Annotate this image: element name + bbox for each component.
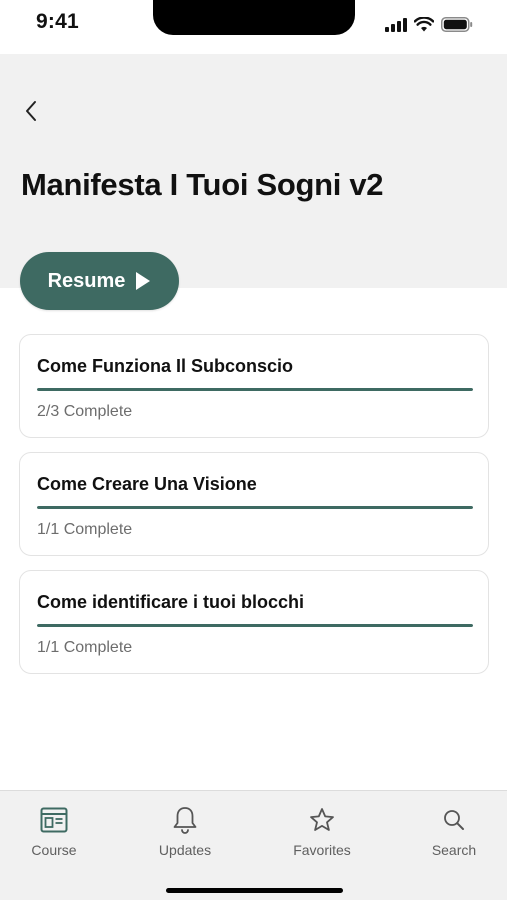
status-bar: 9:41 [0, 0, 507, 54]
star-icon [310, 808, 334, 831]
tab-favorites[interactable]: Favorites [272, 805, 372, 858]
tab-course[interactable]: Course [4, 805, 104, 858]
course-icon [40, 807, 68, 833]
resume-button-label: Resume [47, 269, 126, 292]
home-indicator [166, 888, 343, 893]
search-icon [444, 810, 464, 830]
lesson-status: 1/1 Complete [37, 521, 133, 538]
tab-label: Favorites [293, 842, 351, 858]
wifi-icon [414, 16, 434, 31]
battery-icon [441, 16, 473, 32]
lesson-progress-fill [37, 388, 473, 391]
course-screen: 9:41 Manifesta I Tuoi Sogni v2 Resume Co… [0, 0, 507, 900]
lesson-progress-bar [37, 506, 473, 509]
tab-label: Updates [158, 842, 212, 858]
lesson-progress-bar [37, 388, 473, 391]
lesson-card[interactable]: Come Funziona Il Subconscio 2/3 Complete [19, 334, 489, 438]
resume-button[interactable]: Resume [20, 252, 179, 310]
lesson-card[interactable]: Come identificare i tuoi blocchi 1/1 Com… [19, 570, 489, 674]
play-icon [136, 272, 151, 290]
cellular-signal-icon [385, 16, 407, 32]
device-notch [153, 0, 355, 35]
lesson-progress-bar [37, 624, 473, 627]
tab-bar: Course Updates Favorites Search [0, 790, 507, 900]
lesson-card[interactable]: Come Creare Una Visione 1/1 Complete [19, 452, 489, 556]
status-icons [385, 14, 473, 34]
page-title: Manifesta I Tuoi Sogni v2 [21, 167, 384, 202]
lesson-progress-fill [37, 506, 473, 509]
back-button[interactable] [16, 96, 46, 126]
lesson-list: Come Funziona Il Subconscio 2/3 Complete… [19, 334, 489, 688]
tab-updates[interactable]: Updates [135, 805, 235, 858]
tab-label: Search [431, 842, 477, 858]
lesson-status: 1/1 Complete [37, 639, 133, 656]
lesson-status: 2/3 Complete [37, 403, 133, 420]
lesson-title: Come Creare Una Visione [37, 474, 257, 494]
lesson-title: Come identificare i tuoi blocchi [37, 592, 305, 612]
bell-icon [173, 807, 197, 834]
status-time: 9:41 [36, 10, 79, 33]
lesson-progress-fill [37, 624, 473, 627]
tab-search[interactable]: Search [404, 805, 504, 858]
chevron-left-icon [26, 101, 36, 121]
tab-label: Course [31, 842, 77, 858]
lesson-title: Come Funziona Il Subconscio [37, 356, 294, 376]
